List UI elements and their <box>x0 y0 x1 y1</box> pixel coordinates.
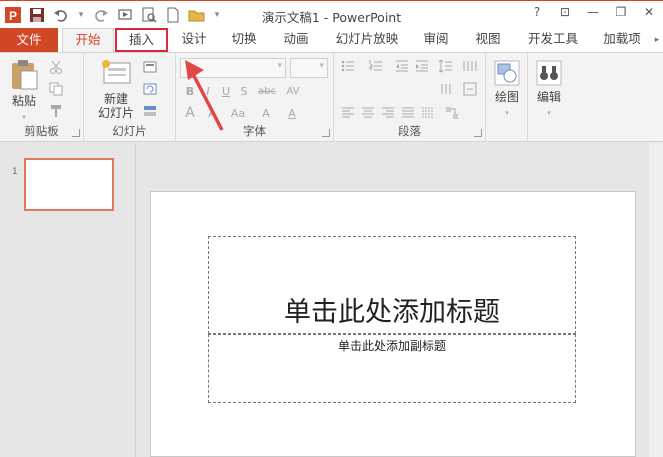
slides-pane: 1 <box>0 143 136 457</box>
strikethrough-button[interactable]: abc <box>256 83 278 99</box>
drawing-dropdown-icon[interactable]: ▾ <box>505 109 509 117</box>
help-button[interactable]: ? <box>529 4 545 20</box>
character-spacing-button[interactable]: AV <box>282 83 304 99</box>
tab-slide-show[interactable]: 幻灯片放映 <box>330 28 404 52</box>
tab-file[interactable]: 文件 <box>0 28 58 52</box>
editing-group: 编辑 ▾ <box>528 53 570 141</box>
drawing-button[interactable]: 绘图 ▾ <box>490 59 524 118</box>
bullets-icon[interactable] <box>340 58 356 74</box>
tab-transitions[interactable]: 切换 <box>222 28 266 52</box>
editing-dropdown-icon[interactable]: ▾ <box>547 109 551 117</box>
tab-insert[interactable]: 插入 <box>115 28 168 52</box>
tab-view[interactable]: 视图 <box>466 28 510 52</box>
distributed-icon[interactable] <box>420 105 436 121</box>
tab-design[interactable]: 设计 <box>172 28 216 52</box>
tab-add-ins[interactable]: 加载项 <box>596 28 648 52</box>
cut-icon[interactable] <box>48 59 64 75</box>
font-dialog-launcher-icon[interactable] <box>322 129 330 137</box>
decrease-indent-icon[interactable] <box>394 58 410 74</box>
font-color-button[interactable]: A <box>282 105 302 121</box>
vertical-scrollbar[interactable] <box>649 143 663 457</box>
reset-slide-icon[interactable] <box>142 81 158 97</box>
paragraph-group: 段落 <box>334 53 486 141</box>
slides-group: 新建 幻灯片 幻灯片 <box>84 53 176 141</box>
slide-number: 1 <box>12 167 18 177</box>
clear-formatting-button[interactable]: A <box>256 105 276 121</box>
paste-dropdown-icon[interactable]: ▾ <box>22 113 26 121</box>
line-spacing-icon[interactable] <box>438 58 454 74</box>
align-center-icon[interactable] <box>360 105 376 121</box>
tab-animations[interactable]: 动画 <box>274 28 318 52</box>
new-slide-button[interactable]: 新建 幻灯片 <box>92 59 140 120</box>
close-button[interactable]: ✕ <box>641 4 657 20</box>
tab-scroll-right-icon[interactable]: ▸ <box>651 30 663 50</box>
restore-button[interactable]: ❐ <box>613 4 629 20</box>
paragraph-dialog-launcher-icon[interactable] <box>474 129 482 137</box>
editing-button[interactable]: 编辑 ▾ <box>532 59 566 118</box>
numbering-icon[interactable] <box>368 58 384 74</box>
smartart-icon[interactable] <box>444 105 460 121</box>
ribbon-display-options-button[interactable]: ⊡ <box>557 4 573 20</box>
slide-thumbnail[interactable] <box>24 158 114 211</box>
paste-icon <box>12 60 38 90</box>
annotation-arrow <box>185 60 224 131</box>
title-bar: P ▾ ▾ 演示文稿1 - PowerPoint ? ⊡ — ❐ ✕ <box>0 0 663 28</box>
tab-review[interactable]: 审阅 <box>414 28 458 52</box>
text-direction-icon[interactable] <box>438 81 454 97</box>
drawing-group: 绘图 ▾ <box>486 53 528 141</box>
ribbon-tabs: 文件 开始 插入 设计 切换 动画 幻灯片放映 审阅 视图 开发工具 加载项 ▸ <box>0 28 663 53</box>
text-shadow-button[interactable]: S <box>236 83 252 99</box>
tab-home[interactable]: 开始 <box>62 28 114 53</box>
font-size-combo[interactable] <box>290 58 328 78</box>
subtitle-placeholder-text[interactable]: 单击此处添加副标题 <box>208 337 576 354</box>
title-placeholder-text[interactable]: 单击此处添加标题 <box>208 290 576 329</box>
section-icon[interactable] <box>142 103 158 119</box>
paste-button[interactable]: 粘贴 ▾ <box>6 59 42 122</box>
binoculars-icon <box>536 60 562 86</box>
justify-icon[interactable] <box>400 105 416 121</box>
columns-icon[interactable] <box>462 58 478 74</box>
align-right-icon[interactable] <box>380 105 396 121</box>
shapes-icon <box>494 60 520 86</box>
window-controls: ? ⊡ — ❐ ✕ <box>529 4 657 20</box>
minimize-button[interactable]: — <box>585 4 601 20</box>
align-left-icon[interactable] <box>340 105 356 121</box>
clipboard-group: 粘贴 ▾ 剪贴板 <box>0 53 84 141</box>
increase-indent-icon[interactable] <box>414 58 430 74</box>
new-slide-icon <box>102 60 131 84</box>
clipboard-dialog-launcher-icon[interactable] <box>72 129 80 137</box>
layout-icon[interactable] <box>142 59 158 75</box>
tab-developer[interactable]: 开发工具 <box>522 28 584 52</box>
ribbon: 粘贴 ▾ 剪贴板 新建 幻灯片 幻灯片 ▾ ▾ B I U S abc AV A… <box>0 52 663 142</box>
format-painter-icon[interactable] <box>48 103 64 119</box>
align-text-icon[interactable] <box>462 81 478 97</box>
copy-icon[interactable] <box>48 81 64 97</box>
